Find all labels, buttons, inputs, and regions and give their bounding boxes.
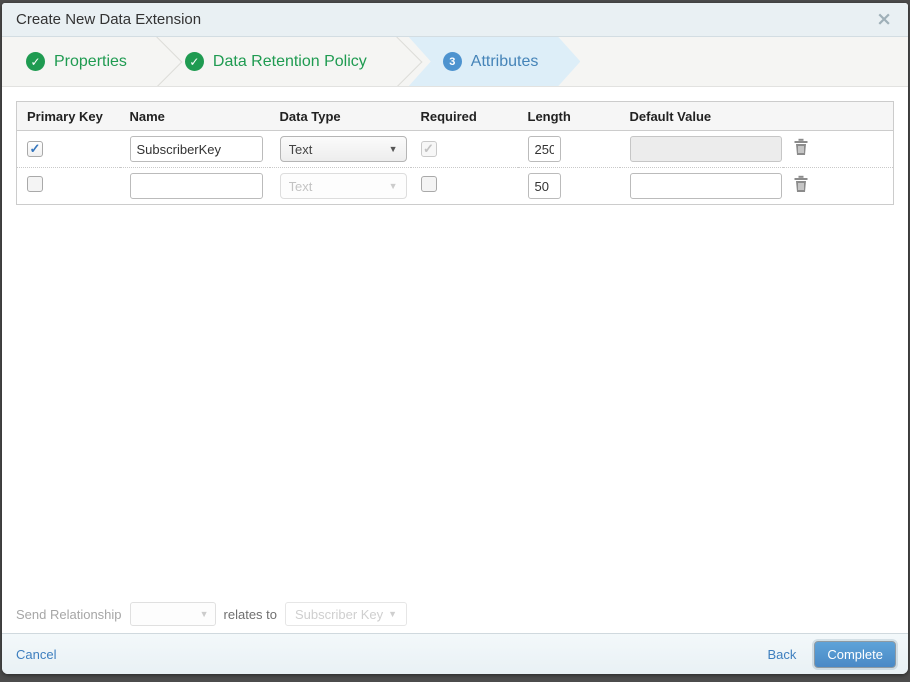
col-header-length: Length [517,101,620,131]
trash-icon [794,175,807,192]
attributes-panel: Primary Key Name Data Type Required Leng… [2,87,908,633]
primary-key-checkbox[interactable] [27,140,43,157]
send-relationship-label: Send Relationship [16,606,122,622]
default-value-input[interactable] [629,173,782,199]
check-circle-icon: ✓ [26,52,45,71]
attributes-table: Primary Key Name Data Type Required Leng… [16,101,894,205]
chevron-down-icon: ▼ [388,181,398,191]
create-data-extension-modal: Create New Data Extension × ✓ Properties… [2,3,908,674]
chevron-down-icon: ▼ [388,609,398,619]
length-input[interactable] [527,136,561,162]
attribute-row-1: Text ▼ [16,130,894,168]
required-checkbox[interactable] [420,175,437,192]
send-relationship-select: ▼ [129,602,216,626]
col-header-primary-key: Primary Key [16,101,120,131]
step-label: Data Retention Policy [212,52,367,70]
chevron-down-icon: ▼ [388,144,398,154]
send-relationship-bar: Send Relationship ▼ relates to Subscribe… [2,595,908,633]
cancel-link[interactable]: Cancel [16,647,56,662]
trash-icon [794,138,807,155]
step-attributes[interactable]: 3 Attributes [409,37,581,86]
name-input[interactable] [129,136,263,162]
name-input[interactable] [129,173,263,199]
subscriber-key-select: Subscriber Key ▼ [285,602,408,626]
data-type-selected-value: Text [288,178,313,194]
delete-row-button[interactable] [793,175,809,193]
back-link[interactable]: Back [767,647,796,662]
step-number-badge: 3 [443,52,462,71]
primary-key-checkbox[interactable] [27,175,43,192]
length-input[interactable] [527,173,561,199]
col-header-name: Name [119,101,270,131]
required-checkbox [420,140,437,157]
wizard-steps: ✓ Properties ✓ Data Retention Policy 3 A… [2,37,908,87]
step-label: Properties [54,52,127,70]
col-header-required: Required [410,101,518,131]
modal-titlebar: Create New Data Extension × [2,3,908,37]
modal-title: Create New Data Extension [16,11,202,28]
col-header-data-type: Data Type [269,101,411,131]
col-header-default-value: Default Value [619,101,783,131]
attribute-row-2: Text ▼ [17,168,894,205]
step-data-retention-policy[interactable]: ✓ Data Retention Policy [161,37,393,86]
default-value-input [629,136,782,162]
chevron-down-icon: ▼ [199,609,209,619]
close-icon[interactable]: × [872,8,896,31]
check-circle-icon: ✓ [184,52,204,71]
relates-to-label: relates to [223,606,278,622]
step-label: Attributes [470,52,539,70]
data-type-select: Text ▼ [279,173,407,199]
col-header-actions [782,101,894,131]
data-type-selected-value: Text [288,141,313,157]
modal-footer: Cancel Back Complete [2,633,908,674]
delete-row-button[interactable] [793,138,809,156]
data-type-select[interactable]: Text ▼ [279,136,407,162]
complete-button[interactable]: Complete [814,640,896,668]
subscriber-key-value: Subscriber Key [295,606,384,622]
table-header-row: Primary Key Name Data Type Required Leng… [16,101,894,131]
